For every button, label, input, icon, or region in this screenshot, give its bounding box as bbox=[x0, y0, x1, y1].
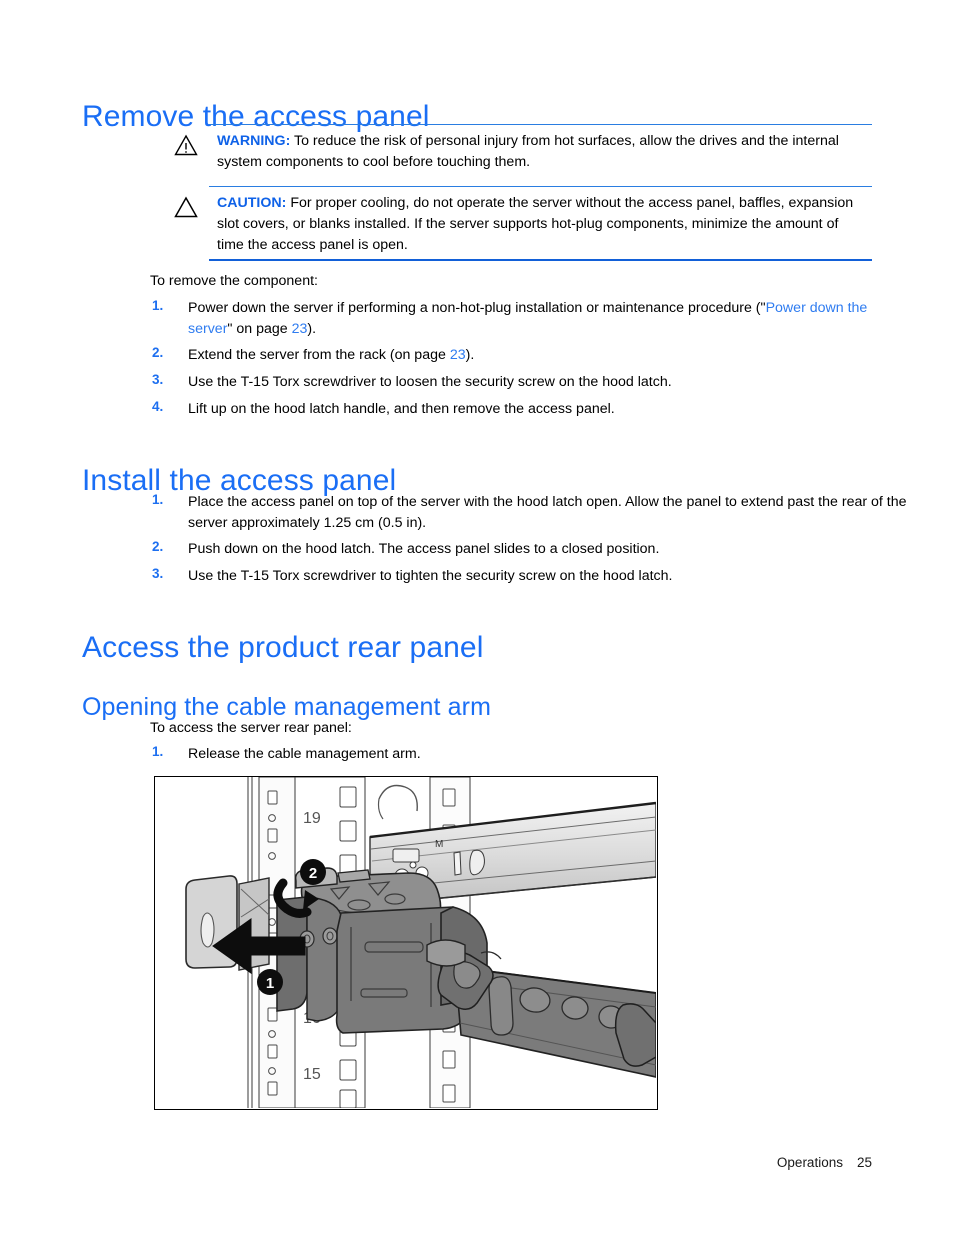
cable-management-arm-illustration: 19 16 15 bbox=[155, 777, 656, 1108]
remove-intro-text: To remove the component: bbox=[150, 273, 318, 289]
link-page-reference[interactable]: 23 bbox=[450, 347, 466, 363]
link-page-reference[interactable]: 23 bbox=[292, 321, 308, 337]
step-text: Extend the server from the rack (on page… bbox=[188, 345, 893, 366]
access-intro-text: To access the server rear panel: bbox=[150, 720, 352, 736]
caution-triangle-icon bbox=[174, 196, 198, 218]
caution-label: CAUTION: bbox=[217, 195, 287, 211]
page-footer: Operations 25 bbox=[777, 1155, 872, 1170]
warning-admonition: WARNING: To reduce the risk of personal … bbox=[172, 124, 872, 186]
step-text: Use the T-15 Torx screwdriver to loosen … bbox=[188, 374, 672, 390]
heading-access-the-product-rear-panel: Access the product rear panel bbox=[82, 631, 484, 665]
footer-section-label: Operations bbox=[776, 1155, 843, 1170]
step-text-part: ). bbox=[307, 321, 317, 337]
rack-unit-label-19: 19 bbox=[303, 810, 321, 827]
callout-marker-1: 1 bbox=[257, 969, 283, 995]
step-text: Release the cable management arm. bbox=[188, 746, 421, 762]
svg-text:M: M bbox=[435, 839, 443, 850]
svg-text:1: 1 bbox=[266, 975, 274, 992]
step-text: Push down on the hood latch. The access … bbox=[188, 541, 660, 557]
callout-marker-2: 2 bbox=[300, 859, 326, 885]
step-text: Use the T-15 Torx screwdriver to tighten… bbox=[188, 568, 673, 584]
caution-bottom-rule bbox=[209, 259, 872, 261]
warning-message: To reduce the risk of personal injury fr… bbox=[217, 133, 839, 170]
warning-label: WARNING: bbox=[217, 133, 291, 149]
caution-message: For proper cooling, do not operate the s… bbox=[217, 195, 854, 253]
step-number: 1. bbox=[152, 492, 164, 507]
caution-text: CAUTION: For proper cooling, do not oper… bbox=[217, 193, 867, 256]
step-number: 1. bbox=[152, 298, 164, 313]
figure-cable-management-arm: 19 16 15 bbox=[154, 776, 658, 1110]
step-text: Power down the server if performing a no… bbox=[188, 298, 893, 340]
step-text-part: Power down the server if performing a no… bbox=[188, 300, 766, 316]
step-text: Lift up on the hood latch handle, and th… bbox=[188, 401, 615, 417]
svg-text:2: 2 bbox=[309, 865, 317, 882]
step-text: Place the access panel on top of the ser… bbox=[188, 494, 907, 531]
step-text-part: " on page bbox=[227, 321, 292, 337]
step-text-part: Extend the server from the rack (on page bbox=[188, 347, 450, 363]
caution-admonition: CAUTION: For proper cooling, do not oper… bbox=[172, 186, 872, 266]
step-number: 3. bbox=[152, 566, 164, 581]
warning-top-rule bbox=[209, 124, 872, 125]
step-number: 2. bbox=[152, 345, 164, 360]
step-text-part: ). bbox=[465, 347, 475, 363]
step-number: 3. bbox=[152, 372, 164, 387]
warning-text: WARNING: To reduce the risk of personal … bbox=[217, 131, 867, 173]
warning-triangle-icon bbox=[174, 134, 198, 156]
caution-top-rule bbox=[209, 186, 872, 187]
step-number: 4. bbox=[152, 399, 164, 414]
step-number: 2. bbox=[152, 539, 164, 554]
step-number: 1. bbox=[152, 744, 164, 759]
rack-unit-label-15: 15 bbox=[303, 1066, 321, 1083]
document-page: Remove the access panel WARNING: To redu… bbox=[0, 0, 954, 1235]
footer-page-number: 25 bbox=[856, 1155, 872, 1170]
